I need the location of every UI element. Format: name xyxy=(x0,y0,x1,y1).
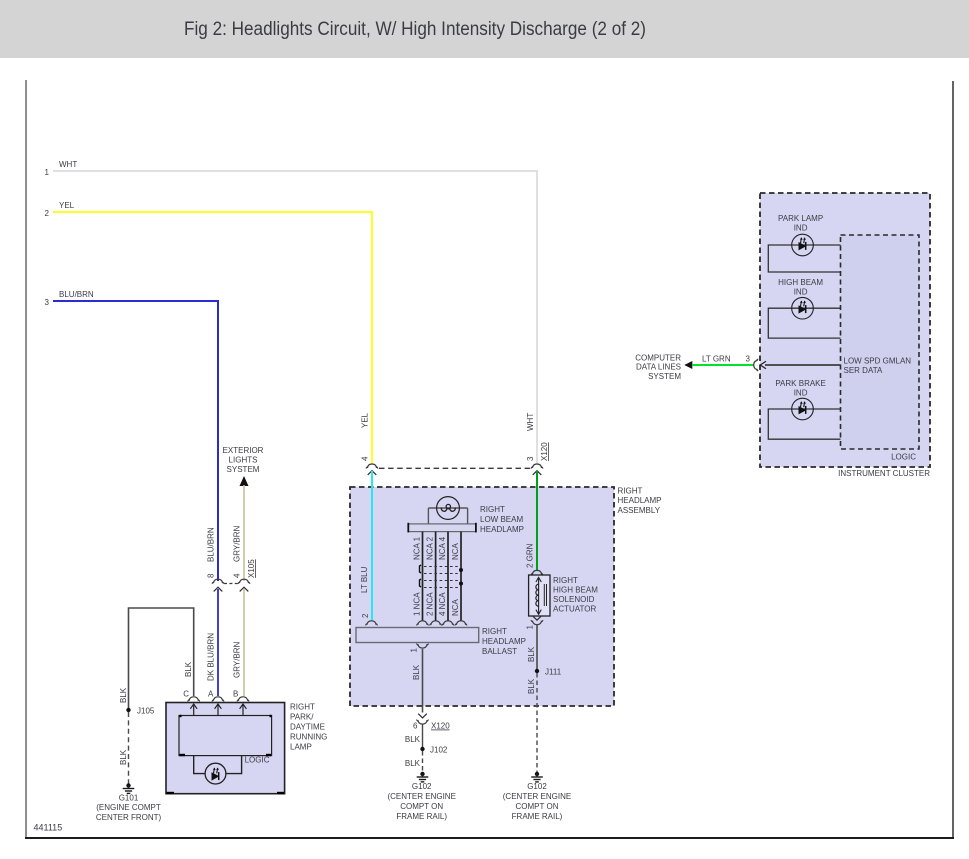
svg-text:4: 4 xyxy=(361,456,370,461)
svg-text:NCA 2: NCA 2 xyxy=(426,536,435,560)
svg-text:YEL: YEL xyxy=(361,412,370,428)
svg-text:BLU/BRN: BLU/BRN xyxy=(59,290,94,299)
svg-text:HIGH BEAM: HIGH BEAM xyxy=(553,586,598,595)
svg-text:G102: G102 xyxy=(412,782,432,791)
svg-text:BLK: BLK xyxy=(119,687,128,703)
svg-text:BLK: BLK xyxy=(527,678,536,694)
svg-text:(CENTER ENGINE: (CENTER ENGINE xyxy=(503,792,571,801)
svg-text:PARK LAMP: PARK LAMP xyxy=(778,214,823,223)
svg-text:J111: J111 xyxy=(545,668,562,677)
svg-text:RIGHT: RIGHT xyxy=(480,505,505,514)
svg-text:BLK: BLK xyxy=(527,646,536,662)
svg-text:LIGHTS: LIGHTS xyxy=(229,456,258,465)
svg-text:PARK BRAKE: PARK BRAKE xyxy=(775,379,826,388)
svg-text:LT BLU: LT BLU xyxy=(360,566,369,593)
svg-text:YEL: YEL xyxy=(59,201,75,210)
svg-text:BALLAST: BALLAST xyxy=(482,647,517,656)
svg-text:BLK: BLK xyxy=(184,661,193,677)
svg-text:IND: IND xyxy=(794,389,808,398)
svg-text:DAYTIME: DAYTIME xyxy=(290,723,325,732)
svg-text:4: 4 xyxy=(233,573,242,578)
svg-text:C: C xyxy=(183,690,189,699)
svg-text:(ENGINE COMPT: (ENGINE COMPT xyxy=(96,803,161,812)
svg-text:RIGHT: RIGHT xyxy=(553,576,578,585)
svg-text:X120: X120 xyxy=(540,442,549,461)
svg-text:BLK: BLK xyxy=(405,759,421,768)
svg-text:BLK: BLK xyxy=(412,664,421,680)
svg-text:GRY/BRN: GRY/BRN xyxy=(233,641,242,678)
svg-text:ASSEMBLY: ASSEMBLY xyxy=(618,506,661,515)
svg-text:SYSTEM: SYSTEM xyxy=(648,372,681,381)
svg-text:HEADLAMP: HEADLAMP xyxy=(480,525,524,534)
svg-text:COMPT ON: COMPT ON xyxy=(400,802,443,811)
svg-text:RIGHT: RIGHT xyxy=(482,627,507,636)
svg-text:2 NCA: 2 NCA xyxy=(426,592,435,616)
svg-text:BLK: BLK xyxy=(405,735,421,744)
svg-text:G102: G102 xyxy=(527,782,547,791)
svg-text:IND: IND xyxy=(794,224,808,233)
svg-text:1: 1 xyxy=(410,648,419,653)
svg-text:DATA LINES: DATA LINES xyxy=(636,363,681,372)
svg-text:LT GRN: LT GRN xyxy=(702,355,731,364)
svg-text:2 GRN: 2 GRN xyxy=(526,543,535,568)
svg-text:GRY/BRN: GRY/BRN xyxy=(233,525,242,562)
svg-text:BLK: BLK xyxy=(119,749,128,765)
svg-text:HEADLAMP: HEADLAMP xyxy=(618,496,662,505)
svg-text:EXTERIOR: EXTERIOR xyxy=(223,446,264,455)
svg-text:RIGHT: RIGHT xyxy=(618,487,643,496)
svg-text:RIGHT: RIGHT xyxy=(290,703,315,712)
svg-text:NCA 1: NCA 1 xyxy=(413,536,422,560)
svg-text:IND: IND xyxy=(794,288,808,297)
svg-text:3: 3 xyxy=(526,456,535,461)
svg-text:LAMP: LAMP xyxy=(290,743,312,752)
svg-text:1: 1 xyxy=(45,168,50,177)
svg-text:SYSTEM: SYSTEM xyxy=(227,465,260,474)
svg-text:SER DATA: SER DATA xyxy=(844,366,883,375)
svg-text:LOGIC: LOGIC xyxy=(891,453,916,462)
svg-text:LOW BEAM: LOW BEAM xyxy=(480,515,523,524)
svg-text:(CENTER ENGINE: (CENTER ENGINE xyxy=(387,792,455,801)
svg-text:1: 1 xyxy=(526,625,535,630)
svg-text:INSTRUMENT CLUSTER: INSTRUMENT CLUSTER xyxy=(838,469,930,478)
svg-text:J102: J102 xyxy=(430,746,448,755)
svg-text:HIGH BEAM: HIGH BEAM xyxy=(778,278,823,287)
svg-text:1 NCA: 1 NCA xyxy=(413,592,422,616)
svg-text:FRAME RAIL): FRAME RAIL) xyxy=(512,812,563,821)
svg-text:WHT: WHT xyxy=(59,160,77,169)
svg-text:X105: X105 xyxy=(247,559,256,578)
svg-text:4 NCA: 4 NCA xyxy=(438,592,447,616)
svg-text:SOLENOID: SOLENOID xyxy=(553,595,595,604)
svg-text:FRAME RAIL): FRAME RAIL) xyxy=(396,812,447,821)
svg-text:2: 2 xyxy=(45,209,50,218)
svg-text:441115: 441115 xyxy=(34,823,63,833)
svg-text:J105: J105 xyxy=(137,707,155,716)
svg-text:3: 3 xyxy=(746,355,751,364)
svg-text:BLU/BRN: BLU/BRN xyxy=(207,527,216,562)
svg-text:LOGIC: LOGIC xyxy=(245,755,270,764)
svg-text:3: 3 xyxy=(45,298,50,307)
svg-text:G101: G101 xyxy=(119,794,139,803)
svg-text:RUNNING: RUNNING xyxy=(290,733,327,742)
svg-text:X120: X120 xyxy=(431,722,450,731)
svg-text:COMPT ON: COMPT ON xyxy=(516,802,559,811)
svg-text:ACTUATOR: ACTUATOR xyxy=(553,605,596,614)
svg-text:8: 8 xyxy=(207,573,216,578)
svg-text:LOW SPD GMLAN: LOW SPD GMLAN xyxy=(844,357,912,366)
svg-text:WHT: WHT xyxy=(526,413,535,431)
svg-text:NCA: NCA xyxy=(451,598,460,616)
svg-text:HEADLAMP: HEADLAMP xyxy=(482,637,526,646)
svg-text:PARK/: PARK/ xyxy=(290,713,314,722)
svg-text:COMPUTER: COMPUTER xyxy=(635,353,681,362)
svg-text:NCA 4: NCA 4 xyxy=(438,536,447,560)
svg-text:NCA: NCA xyxy=(451,542,460,560)
svg-text:Fig 2: Headlights Circuit, W/: Fig 2: Headlights Circuit, W/ High Inten… xyxy=(184,19,646,40)
svg-text:A: A xyxy=(208,690,214,699)
svg-text:2: 2 xyxy=(361,613,370,618)
svg-text:DK BLU/BRN: DK BLU/BRN xyxy=(207,633,216,681)
svg-text:6: 6 xyxy=(413,722,418,731)
svg-text:CENTER FRONT): CENTER FRONT) xyxy=(96,813,162,822)
svg-text:B: B xyxy=(233,690,238,699)
